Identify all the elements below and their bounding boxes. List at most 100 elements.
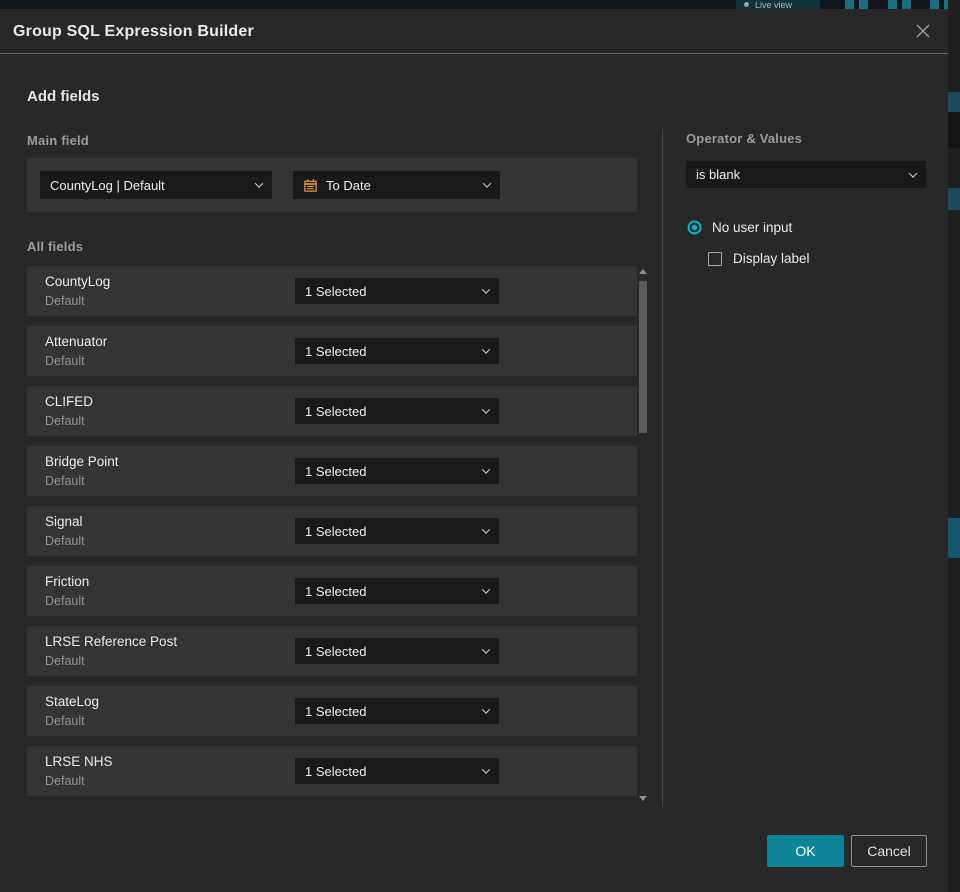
field-row: LRSE NHS Default 1 Selected xyxy=(27,746,637,796)
background-fragment xyxy=(948,518,960,558)
close-icon[interactable] xyxy=(913,21,933,41)
field-row: Signal Default 1 Selected xyxy=(27,506,637,556)
background-toolbar-icon xyxy=(888,0,897,9)
field-name: CountyLog xyxy=(45,274,111,289)
operator-select[interactable]: is blank xyxy=(686,161,926,188)
display-label-checkbox-row[interactable]: Display label xyxy=(708,251,810,266)
dialog-header: Group SQL Expression Builder xyxy=(0,9,948,54)
chevron-down-icon xyxy=(481,585,491,594)
field-source-label: Default xyxy=(45,534,85,548)
background-toolbar-icon xyxy=(845,0,854,9)
no-user-input-label: No user input xyxy=(712,220,793,235)
field-source-label: Default xyxy=(45,654,85,668)
field-selection-value: 1 Selected xyxy=(305,343,367,359)
field-source-label: Default xyxy=(45,714,85,728)
chevron-down-icon xyxy=(482,179,492,188)
chevron-down-icon xyxy=(481,345,491,354)
radio-selected-icon xyxy=(687,220,702,235)
field-selection-select[interactable]: 1 Selected xyxy=(295,698,499,724)
no-user-input-radio[interactable]: No user input xyxy=(687,220,792,235)
field-source-label: Default xyxy=(45,294,85,308)
background-fragment xyxy=(948,112,960,148)
checkbox-unchecked-icon[interactable] xyxy=(708,251,722,266)
cancel-button[interactable]: Cancel xyxy=(851,835,927,867)
field-selection-value: 1 Selected xyxy=(305,583,367,599)
field-row: LRSE Reference Post Default 1 Selected xyxy=(27,626,637,676)
field-source-label: Default xyxy=(45,774,85,788)
field-name: Signal xyxy=(45,514,83,529)
chevron-down-icon xyxy=(481,465,491,474)
field-source-label: Default xyxy=(45,474,85,488)
field-selection-value: 1 Selected xyxy=(305,763,367,779)
live-view-label: Live view xyxy=(755,0,793,9)
field-selection-value: 1 Selected xyxy=(305,463,367,479)
field-name: Friction xyxy=(45,574,90,589)
all-fields-scrollbar[interactable] xyxy=(638,267,648,803)
chevron-down-icon xyxy=(481,645,491,654)
field-name: LRSE Reference Post xyxy=(45,634,178,649)
field-name: Bridge Point xyxy=(45,454,119,469)
all-fields-list: CountyLog Default 1 Selected Attenuator … xyxy=(27,266,637,806)
chevron-down-icon xyxy=(481,405,491,414)
chevron-down-icon xyxy=(254,179,264,188)
field-row: StateLog Default 1 Selected xyxy=(27,686,637,736)
operator-values-label: Operator & Values xyxy=(686,131,803,146)
chevron-down-icon xyxy=(481,285,491,294)
field-row: Friction Default 1 Selected xyxy=(27,566,637,616)
field-source-label: Default xyxy=(45,594,85,608)
field-selection-select[interactable]: 1 Selected xyxy=(295,398,499,424)
date-type-select-value: To Date xyxy=(326,177,371,193)
panel-divider xyxy=(662,129,663,807)
operator-select-value: is blank xyxy=(696,167,741,182)
chevron-down-icon xyxy=(481,765,491,774)
chevron-down-icon xyxy=(908,168,918,178)
field-selection-select[interactable]: 1 Selected xyxy=(295,578,499,604)
field-source-label: Default xyxy=(45,414,85,428)
field-row: Bridge Point Default 1 Selected xyxy=(27,446,637,496)
date-type-select[interactable]: To Date xyxy=(293,171,500,199)
field-name: Attenuator xyxy=(45,334,108,349)
field-row: Attenuator Default 1 Selected xyxy=(27,326,637,376)
field-row: CLIFED Default 1 Selected xyxy=(27,386,637,436)
field-source-label: Default xyxy=(45,354,85,368)
field-selection-value: 1 Selected xyxy=(305,523,367,539)
field-selection-select[interactable]: 1 Selected xyxy=(295,518,499,544)
live-view-dot-icon xyxy=(744,2,749,7)
all-fields-label: All fields xyxy=(27,239,84,254)
field-selection-value: 1 Selected xyxy=(305,283,367,299)
main-field-panel: CountyLog | Default To Date xyxy=(27,158,637,212)
main-field-label: Main field xyxy=(27,133,89,148)
background-app-top-strip: Live view xyxy=(0,0,960,9)
background-toolbar-icon xyxy=(859,0,868,9)
field-selection-value: 1 Selected xyxy=(305,643,367,659)
background-app-right-strip xyxy=(948,0,960,892)
field-selection-select[interactable]: 1 Selected xyxy=(295,278,499,304)
background-toolbar-icon xyxy=(902,0,911,9)
field-selection-select[interactable]: 1 Selected xyxy=(295,638,499,664)
scrollbar-thumb[interactable] xyxy=(639,281,647,433)
scroll-up-icon[interactable] xyxy=(639,269,647,274)
chevron-down-icon xyxy=(481,705,491,714)
field-name: LRSE NHS xyxy=(45,754,113,769)
field-selection-value: 1 Selected xyxy=(305,403,367,419)
field-selection-value: 1 Selected xyxy=(305,703,367,719)
group-sql-expression-builder-dialog: Group SQL Expression Builder Add fields … xyxy=(0,9,948,892)
background-toolbar-icon xyxy=(930,0,939,9)
field-selection-select[interactable]: 1 Selected xyxy=(295,458,499,484)
chevron-down-icon xyxy=(481,525,491,534)
field-name: StateLog xyxy=(45,694,100,709)
field-name: CLIFED xyxy=(45,394,94,409)
main-field-select[interactable]: CountyLog | Default xyxy=(40,171,272,199)
add-fields-heading: Add fields xyxy=(27,88,100,105)
background-fragment xyxy=(948,188,960,210)
field-selection-select[interactable]: 1 Selected xyxy=(295,758,499,784)
field-row: CountyLog Default 1 Selected xyxy=(27,266,637,316)
scroll-down-icon[interactable] xyxy=(639,796,647,801)
display-label-label: Display label xyxy=(733,251,810,266)
ok-button[interactable]: OK xyxy=(767,835,844,867)
background-fragment xyxy=(948,92,960,112)
field-selection-select[interactable]: 1 Selected xyxy=(295,338,499,364)
calendar-icon xyxy=(303,178,318,193)
dialog-title: Group SQL Expression Builder xyxy=(13,23,254,40)
main-field-select-value: CountyLog | Default xyxy=(50,177,165,193)
